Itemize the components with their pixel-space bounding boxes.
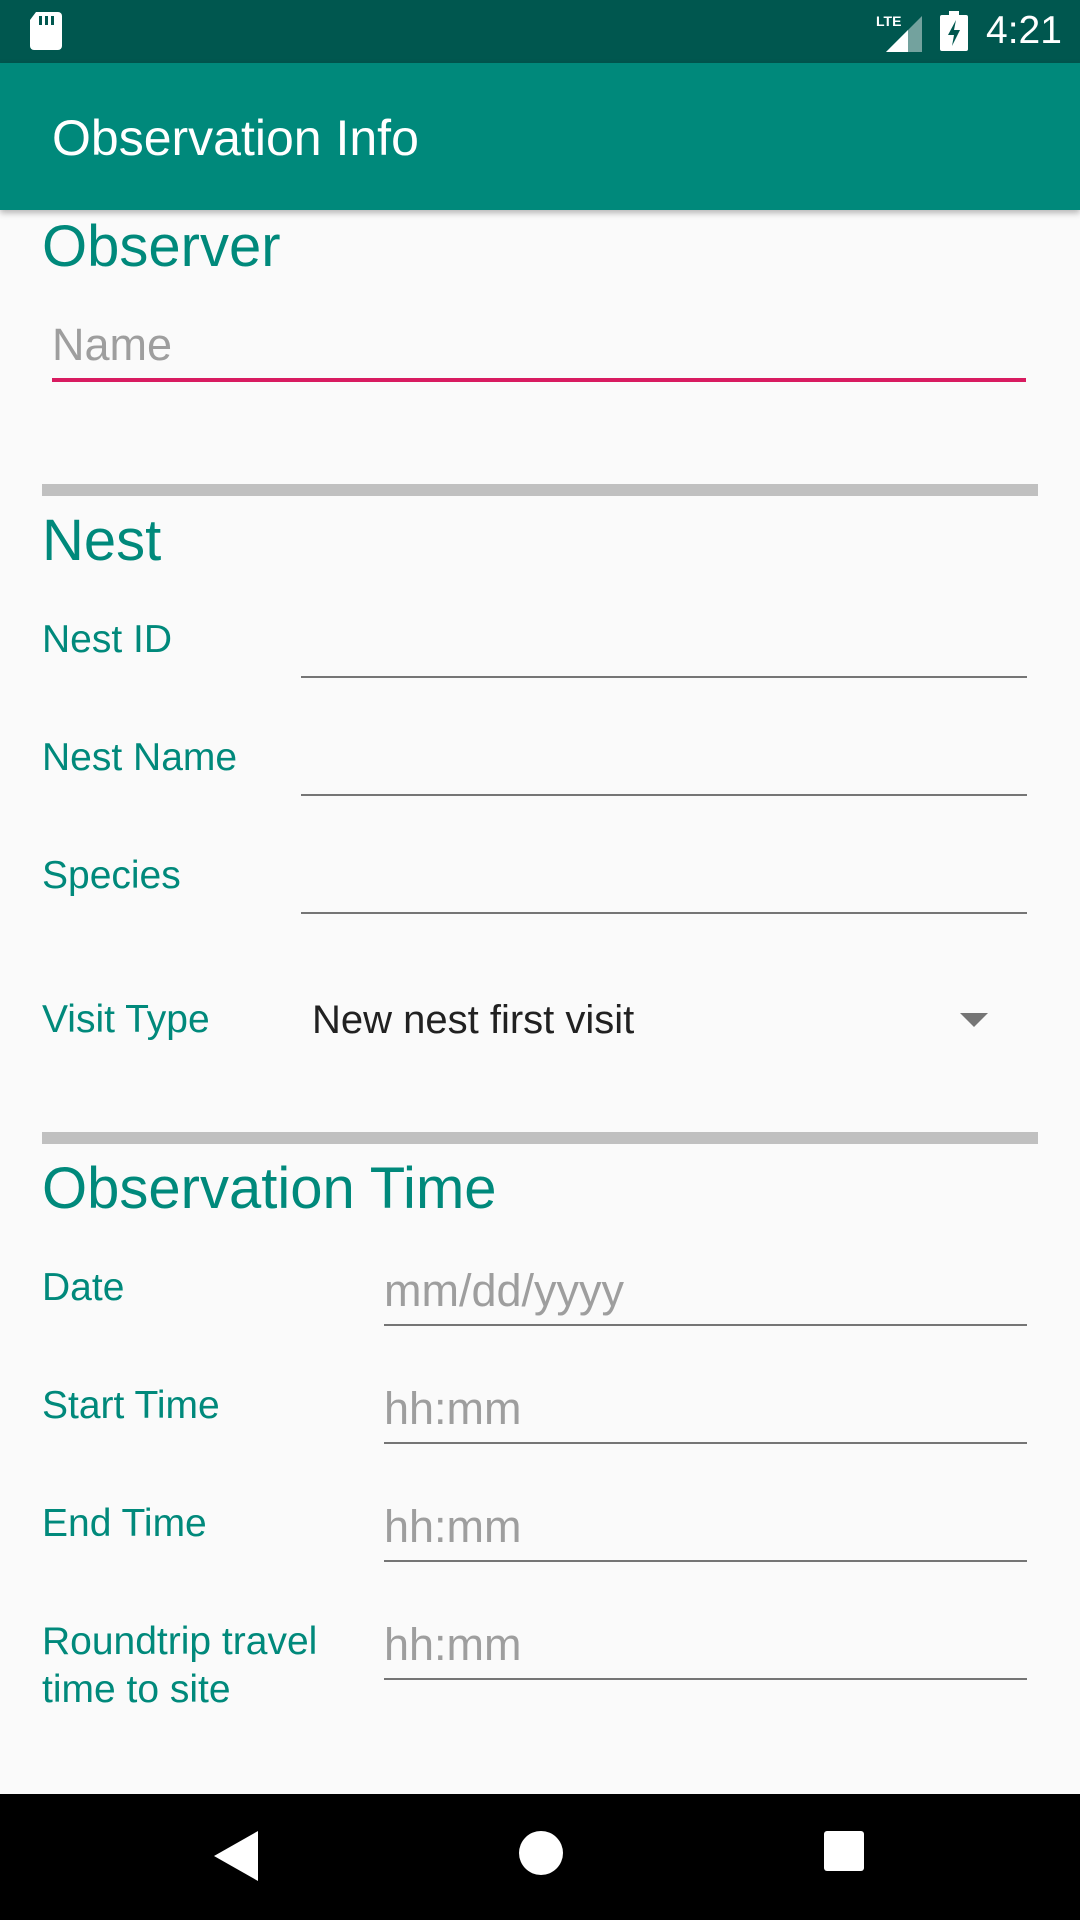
dropdown-arrow-icon [960, 1013, 988, 1027]
sd-card-icon [30, 12, 62, 50]
section-divider [42, 484, 1038, 496]
nest-name-label: Nest Name [42, 736, 238, 779]
recents-icon[interactable] [824, 1831, 864, 1871]
nest-name-field[interactable] [301, 732, 1027, 796]
form-content[interactable]: Observer Nest Nest ID Nest Name Species … [0, 210, 1080, 1794]
page-title: Observation Info [52, 110, 419, 166]
back-icon[interactable] [214, 1831, 258, 1881]
status-bar: LTE 4:21 [0, 0, 1080, 63]
observer-name-field[interactable] [52, 316, 1026, 382]
app-bar: Observation Info [0, 63, 1080, 210]
travel-time-field[interactable] [384, 1616, 1027, 1680]
battery-charging-icon [940, 11, 968, 51]
navigation-bar [0, 1794, 1080, 1920]
date-field[interactable] [384, 1262, 1027, 1326]
species-label: Species [42, 854, 181, 897]
lte-signal-icon: LTE [876, 13, 922, 52]
visit-type-dropdown[interactable]: New nest first visit [300, 980, 1006, 1060]
nest-id-label: Nest ID [42, 618, 173, 661]
date-input[interactable] [384, 1262, 1027, 1320]
svg-text:LTE: LTE [876, 13, 901, 29]
nest-id-field[interactable] [301, 614, 1027, 678]
observer-section-title: Observer [42, 214, 281, 279]
travel-time-input[interactable] [384, 1616, 1027, 1674]
end-time-input[interactable] [384, 1498, 1027, 1556]
nest-id-input[interactable] [301, 614, 1027, 672]
start-time-field[interactable] [384, 1380, 1027, 1444]
end-time-label: End Time [42, 1502, 207, 1545]
travel-time-label: Roundtrip travel time to site [42, 1620, 318, 1711]
section-divider [42, 1132, 1038, 1144]
nest-name-input[interactable] [301, 732, 1027, 790]
end-time-field[interactable] [384, 1498, 1027, 1562]
start-time-label: Start Time [42, 1384, 220, 1427]
nest-section-title: Nest [42, 508, 162, 573]
visit-type-label: Visit Type [42, 998, 210, 1041]
date-label: Date [42, 1266, 125, 1309]
home-icon[interactable] [519, 1831, 563, 1875]
start-time-input[interactable] [384, 1380, 1027, 1438]
observation-time-section-title: Observation Time [42, 1156, 497, 1221]
observer-name-input[interactable] [52, 316, 1026, 374]
species-field[interactable] [301, 850, 1027, 914]
visit-type-selected: New nest first visit [312, 998, 635, 1042]
species-input[interactable] [301, 850, 1027, 908]
status-clock: 4:21 [986, 9, 1062, 52]
